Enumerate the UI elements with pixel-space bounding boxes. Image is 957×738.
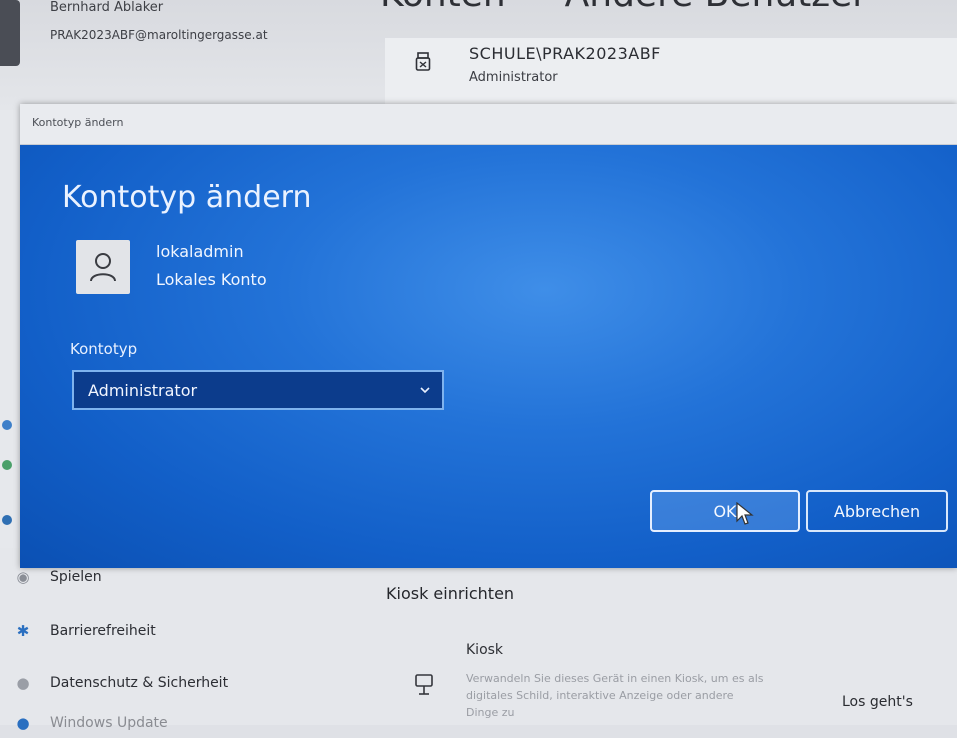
kiosk-name: Kiosk: [466, 642, 504, 658]
account-type-selected-value: Administrator: [88, 381, 198, 400]
sidebar-item-label: Barrierefreiheit: [50, 623, 156, 639]
usb-icon: [415, 52, 431, 71]
sidebar-item-label: Windows Update: [50, 715, 168, 731]
dialog-titlebar-text: Kontotyp ändern: [32, 116, 124, 129]
settings-content: ◉ Spielen ✱ Barrierefreiheit ● Datenschu…: [0, 548, 957, 732]
avatar: [76, 240, 130, 294]
shield-icon: ●: [16, 674, 30, 692]
kiosk-icon: [414, 674, 434, 701]
account-role: Administrator: [469, 70, 558, 85]
settings-header: Bernhard Ablaker PRAK2023ABF@maroltinger…: [0, 0, 957, 110]
kiosk-start-button[interactable]: Los geht's: [842, 694, 913, 710]
sidebar-item-label: Datenschutz & Sicherheit: [50, 675, 229, 691]
account-name: SCHULE\PRAK2023ABF: [469, 44, 661, 63]
kiosk-section-title: Kiosk einrichten: [386, 584, 515, 603]
gamepad-icon: ◉: [16, 568, 30, 586]
cancel-button[interactable]: Abbrechen: [806, 490, 948, 532]
update-icon: ●: [16, 714, 30, 732]
sidebar-icon: [2, 460, 12, 470]
account-type-label: Kontotyp: [70, 340, 138, 358]
sidebar-item-barrierefreiheit[interactable]: ✱ Barrierefreiheit: [0, 616, 360, 646]
sidebar-icon: [2, 515, 12, 525]
sidebar-item-label: Spielen: [50, 569, 102, 585]
user-name: lokaladmin: [156, 242, 244, 261]
sidebar-icon: [2, 420, 12, 430]
current-user-email: PRAK2023ABF@maroltingergasse.at: [50, 28, 268, 42]
change-account-type-dialog: Kontotyp ändern Kontotyp ändern lokaladm…: [20, 104, 957, 568]
sidebar-item-datenschutz[interactable]: ● Datenschutz & Sicherheit: [0, 668, 360, 698]
current-user-avatar: [0, 0, 20, 66]
dialog-titlebar[interactable]: Kontotyp ändern: [20, 104, 957, 145]
chevron-down-icon: [418, 382, 432, 401]
current-user-name: Bernhard Ablaker: [50, 0, 164, 15]
ok-button[interactable]: OK: [650, 490, 800, 532]
user-account-type: Lokales Konto: [156, 270, 267, 289]
sidebar-item-windows-update[interactable]: ● Windows Update: [0, 708, 360, 738]
account-card[interactable]: SCHULE\PRAK2023ABF Administrator: [385, 38, 957, 106]
kiosk-description: Verwandeln Sie dieses Gerät in einen Kio…: [466, 672, 764, 719]
page-heading: Konten — Andere Benutzer: [380, 0, 867, 15]
mouse-cursor-icon: [736, 501, 754, 530]
account-type-select[interactable]: Administrator: [72, 370, 444, 410]
dialog-heading: Kontotyp ändern: [62, 180, 312, 215]
accessibility-icon: ✱: [16, 622, 30, 640]
